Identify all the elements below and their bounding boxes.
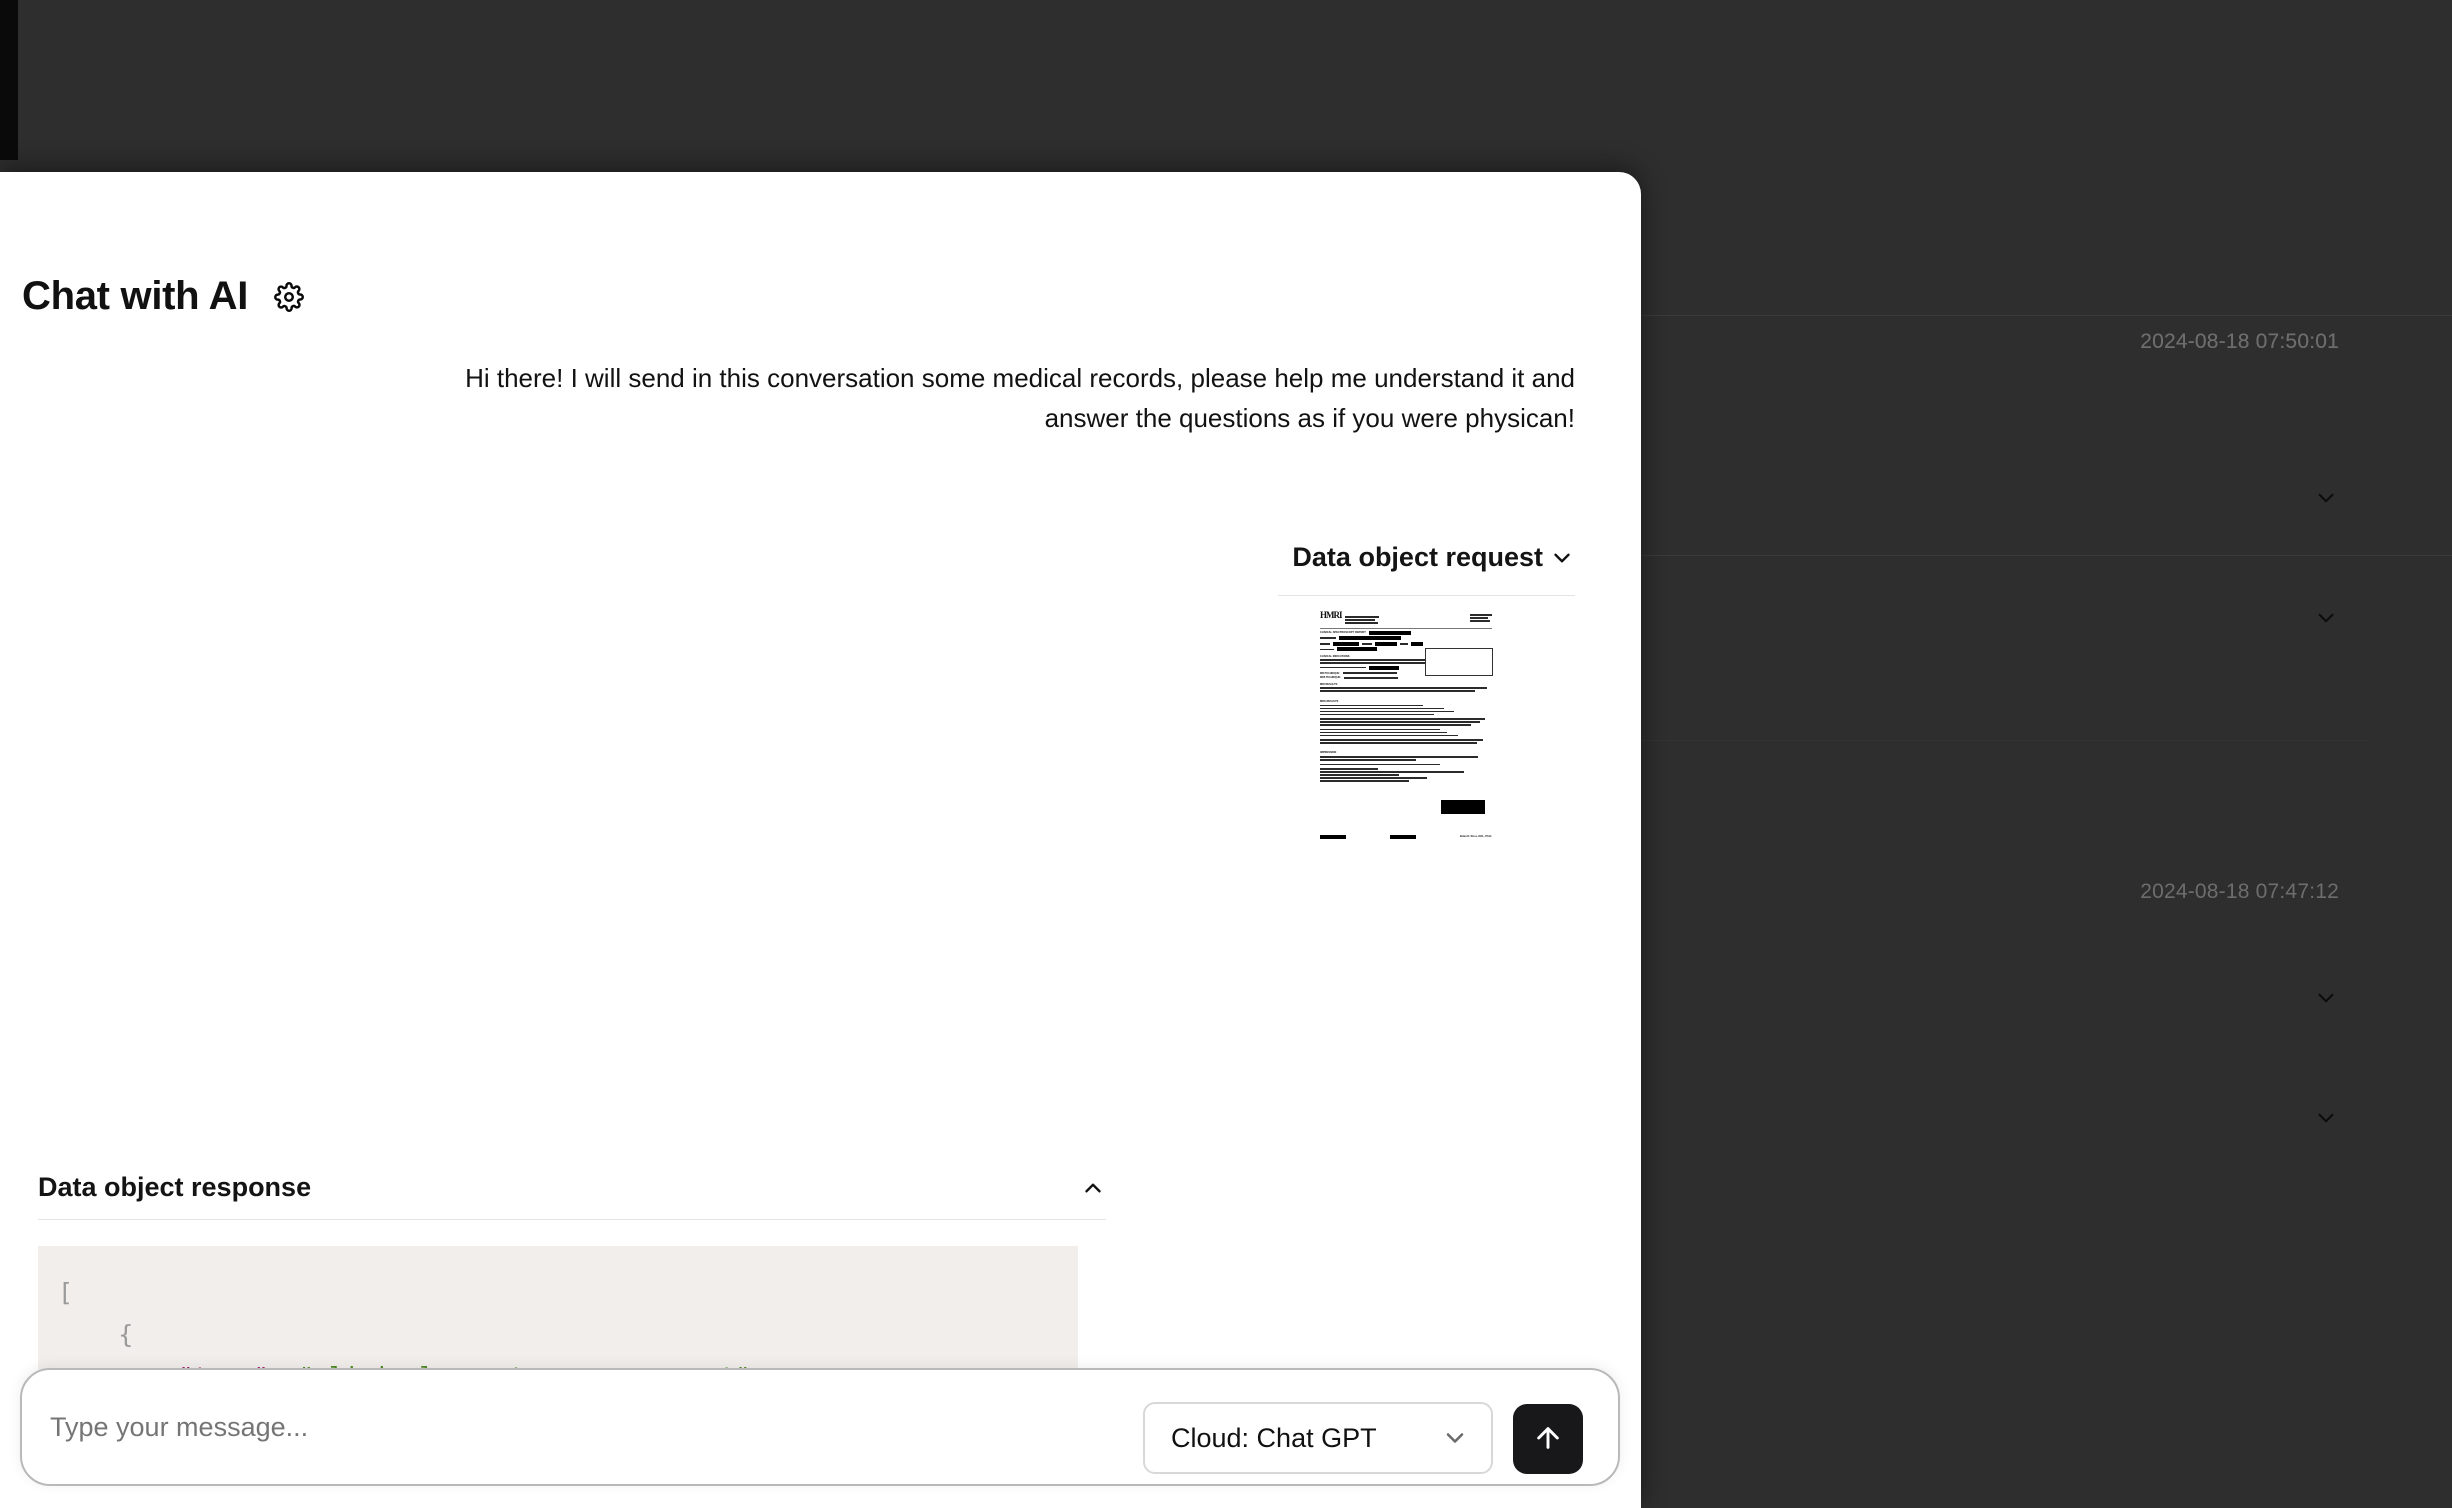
background-conversation-rail: 2024-08-18 07:50:01 2024-08-18 07:50:01 …	[1641, 0, 2452, 1508]
send-button[interactable]	[1513, 1404, 1583, 1474]
rail-timestamp-1: 2024-08-18 07:50:01	[2140, 330, 2339, 354]
document-redaction-block	[1441, 800, 1485, 814]
document-section-1: MRI RESULTS	[1320, 683, 1492, 686]
data-object-response-title: Data object response	[38, 1172, 311, 1203]
model-select-dropdown[interactable]: Cloud: Chat GPT	[1143, 1402, 1493, 1474]
document-logo: HMRI	[1320, 614, 1342, 617]
document-section-2: MRS RESULTS	[1320, 700, 1492, 703]
chevron-down-icon	[1441, 1424, 1469, 1452]
rail-divider-1	[1641, 555, 2452, 556]
rail-timestamp-2: 2024-08-18 07:47:12	[2140, 880, 2339, 904]
chevron-up-icon[interactable]	[1080, 1175, 1106, 1201]
chevron-down-icon-4[interactable]	[2313, 1105, 2339, 1131]
document-signature: Brian D. Ross, M.D., Ph.D.	[1460, 835, 1492, 838]
backdrop-left-bar	[0, 0, 18, 160]
document-report-heading: CLINICAL SPECTROSCOPY REPORT	[1320, 631, 1366, 634]
page-title: Chat with AI	[22, 274, 248, 319]
chevron-down-icon-2[interactable]	[2313, 605, 2339, 631]
data-object-request-toggle[interactable]: Data object request	[1278, 542, 1575, 573]
chevron-down-icon-3[interactable]	[2313, 985, 2339, 1011]
rail-divider-2	[1641, 740, 2370, 741]
data-object-response-toggle[interactable]: Data object response	[38, 1172, 1106, 1219]
data-object-request-title: Data object request	[1292, 542, 1543, 573]
chevron-down-icon[interactable]	[1549, 545, 1575, 571]
document-physician-fax-box	[1425, 648, 1493, 676]
data-object-request-block: Data object request HMRI	[1278, 542, 1575, 845]
chevron-down-icon-1[interactable]	[2313, 485, 2339, 511]
response-divider	[38, 1219, 1106, 1220]
gear-icon[interactable]	[272, 280, 306, 314]
request-divider	[1278, 595, 1575, 596]
user-message: Hi there! I will send in this conversati…	[440, 358, 1575, 438]
modal-header: Chat with AI	[22, 274, 306, 319]
arrow-up-icon	[1532, 1422, 1564, 1457]
chat-modal: Chat with AI Hi there! I will send in th…	[0, 172, 1641, 1508]
document-section-3: IMPRESSION	[1320, 751, 1492, 754]
rail-row[interactable]: 2024-08-18 07:50:01	[1641, 0, 2452, 316]
attachment-thumbnail[interactable]: HMRI CLINICAL SPECTROSCOPY REPORT	[1313, 608, 1499, 845]
model-select-label: Cloud: Chat GPT	[1171, 1423, 1377, 1454]
